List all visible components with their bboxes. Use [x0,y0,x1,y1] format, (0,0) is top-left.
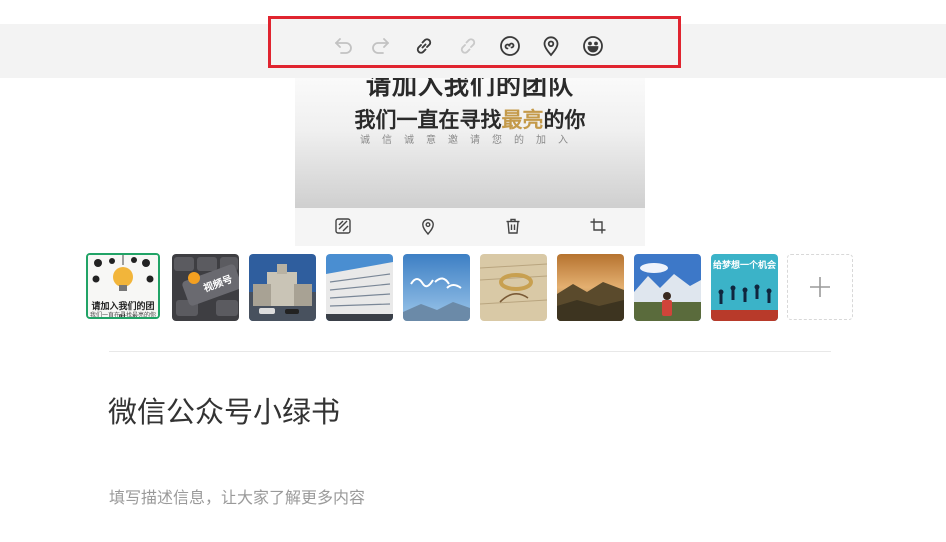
thumbnail-item[interactable] [480,254,547,321]
sky-calligraphy-image [403,254,470,321]
preview-headline: 请加入我们的团队 [365,78,574,100]
replace-image-icon [335,218,351,234]
thumbnail-caption: 给梦想一个机会 [712,261,776,271]
emoji-button[interactable] [578,31,608,61]
delete-image-button[interactable] [503,216,525,238]
sunset-landscape-image [557,254,624,321]
unlink-icon [460,38,476,54]
thumbnail-item[interactable] [326,254,393,321]
image-preview[interactable]: 请加入我们的团队 我们一直在寻找最亮的你 诚信诚意邀请您的加入 [295,78,645,208]
location-icon [543,36,559,57]
classic-building-image [249,254,316,321]
link-icon [416,38,432,54]
emoji-icon [583,36,603,56]
thumbnail-item[interactable]: 视频号 [172,254,239,321]
thumbnail-item[interactable] [403,254,470,321]
add-image-button[interactable] [787,254,853,320]
thumbnail-item[interactable]: 给梦想一个机会 [711,254,778,321]
mini-program-button[interactable] [495,31,525,61]
image-location-button[interactable] [418,216,440,238]
description-field[interactable]: 填写描述信息，让大家了解更多内容 [109,486,829,510]
redo-button[interactable] [365,31,395,61]
unlink-button[interactable] [453,31,483,61]
delete-icon [506,218,520,234]
replace-image-button[interactable] [333,216,355,238]
section-divider [109,351,831,352]
office-building-image [326,254,393,321]
plus-icon [810,277,830,297]
mini-program-icon [500,36,520,56]
title-field[interactable]: 微信公众号小绿书 [108,390,828,434]
crop-icon [590,218,606,234]
link-button[interactable] [409,31,439,61]
undo-button[interactable] [329,31,359,61]
ring-paper-image [480,254,547,321]
thumbnail-subcaption: 我们一直在寻找最亮的你 [89,312,156,319]
redo-icon [372,38,389,54]
mountain-person-image [634,254,701,321]
image-action-bar [295,208,645,246]
thumbnail-item[interactable] [557,254,624,321]
undo-icon [335,38,352,54]
thumbnail-item[interactable] [249,254,316,321]
thumbnail-item[interactable]: 请加入我们的团队 我们一直在寻找最亮的你 [86,253,160,319]
preview-tagline: 诚信诚意邀请您的加入 [360,135,580,146]
editor-toolbar [268,16,681,68]
crop-image-button[interactable] [588,216,610,238]
location-button[interactable] [536,31,566,61]
preview-subheadline: 我们一直在寻找最亮的你 [354,108,586,132]
location-icon [422,218,434,236]
thumbnail-item[interactable] [634,254,701,321]
